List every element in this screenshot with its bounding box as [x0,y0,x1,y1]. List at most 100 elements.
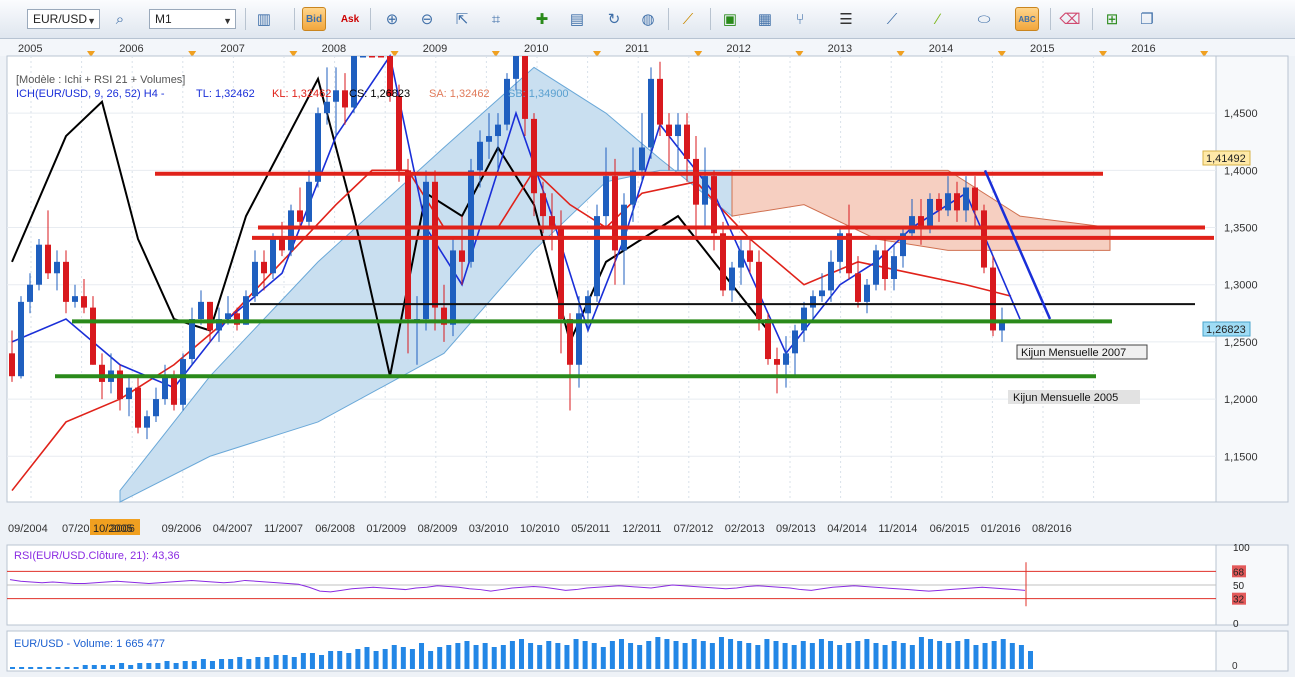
volume-bar [655,637,661,669]
line-draw-icon[interactable]: ∕ [926,7,950,31]
chevron-down-icon: ▼ [223,16,232,26]
date-label: 07/2012 [674,523,714,535]
price-tick-label: 1,3000 [1224,280,1258,292]
pitchfork-icon[interactable]: ⑂ [788,7,812,31]
candle-body [648,78,654,148]
candle-body [396,96,402,171]
zoom-out-icon[interactable]: ⊖ [415,7,439,31]
screenshot-icon[interactable]: ▦ [753,7,777,31]
candle-body [810,296,816,308]
volume-bar [246,659,252,669]
candle-body [405,170,411,320]
rsi-tick-label: 50 [1233,581,1245,592]
candle-body [360,56,366,58]
year-label: 2009 [423,43,447,55]
toolbar-divider [1092,8,1093,30]
candle-body [207,301,213,331]
candle-body [36,244,42,285]
refresh-icon[interactable]: ↻ [602,7,626,31]
bid-toggle-button[interactable]: Bid [302,7,326,31]
rsi-tick-label: 68 [1233,567,1245,578]
eraser-icon[interactable]: ⌫ [1058,7,1082,31]
candle-body [423,181,429,320]
candle-body [81,296,87,308]
candle-body [189,319,195,360]
picture-icon[interactable]: ▣ [718,7,742,31]
search-symbol-icon[interactable]: ⌕ [108,7,132,31]
volume-bar [709,643,715,669]
volume-bar [673,641,679,669]
globe-icon[interactable]: ◍ [636,7,660,31]
candle-body [828,261,834,291]
volume-bar [973,645,979,669]
timeframe-select[interactable]: M1 ▼ [149,9,236,29]
volume-bar [10,667,15,669]
candle-body [864,284,870,302]
toolbar-divider [1050,8,1051,30]
tree-icon[interactable]: ⊞ [1100,7,1124,31]
kijun-2007-annotation: Kijun Mensuelle 2007 [1021,347,1126,359]
candle-body [468,170,474,262]
cursor-icon[interactable]: ⇱ [450,7,474,31]
volume-bar [300,653,306,669]
candle-body [90,307,96,365]
volume-bar [982,643,988,669]
candle-body [306,181,312,222]
date-label: 11/2007 [264,523,303,535]
candle-body [639,147,645,171]
volume-bar [918,637,924,669]
volume-bar [509,641,515,669]
chart-type-button[interactable]: ▥ [252,7,276,31]
volume-bar [937,641,943,669]
toolbar-divider [668,8,669,30]
candle-body [945,193,951,211]
ellipse-icon[interactable]: ⬭ [972,7,996,31]
candle-body [531,118,537,194]
volume-bar [664,639,670,669]
year-label: 2006 [119,43,143,55]
candle-body [747,250,753,262]
date-label: 04/2014 [827,523,867,535]
chart-area[interactable]: 2005 2006 2007 2008 2009 2010 2011 2012 2013 2014… [0,38,1295,677]
volume-bar [591,643,597,669]
volume-bar [482,643,488,669]
fibonacci-icon[interactable]: ⌗ [484,7,508,31]
tenkan-legend: TL: 1,32462 [196,88,255,100]
volume-bar [809,643,815,669]
candle-body [342,90,348,108]
candle-body [972,187,978,211]
volume-bar [191,661,197,669]
symbol-select[interactable]: EUR/USD ▼ [27,9,100,29]
volume-bar [573,639,579,669]
year-label: 2013 [828,43,852,55]
crosshair-icon[interactable]: ✚ [530,7,554,31]
candle-body [666,124,672,137]
volume-bar [319,655,325,669]
candle-body [459,250,465,262]
candle-body [567,319,573,365]
candle-body [486,136,492,142]
window-icon[interactable]: ❐ [1135,7,1159,31]
volume-bar [355,649,361,669]
candle-body [333,90,339,102]
volume-bar [582,641,588,669]
volume-bar [964,639,970,669]
volume-bar [146,663,152,669]
volume-bar [46,667,52,669]
trendline-icon[interactable]: ⟋ [880,7,904,31]
text-tool-button[interactable]: ABC [1015,7,1039,31]
volume-bar [755,645,761,669]
volume-bar [437,647,443,669]
ruler-icon[interactable]: ⟋ [676,7,700,31]
span-b-legend: SB: 1,34900 [508,88,569,100]
zoom-in-icon[interactable]: ⊕ [380,7,404,31]
volume-bar [646,641,652,669]
candle-body [504,78,510,125]
candle-body [270,238,276,274]
volume-bar [855,641,861,669]
note-icon[interactable]: ▤ [565,7,589,31]
ask-toggle-button[interactable]: Ask [338,7,362,31]
volume-bar [800,641,806,669]
horizontal-lines-icon[interactable]: ☰ [834,7,858,31]
volume-bar [1028,651,1033,669]
